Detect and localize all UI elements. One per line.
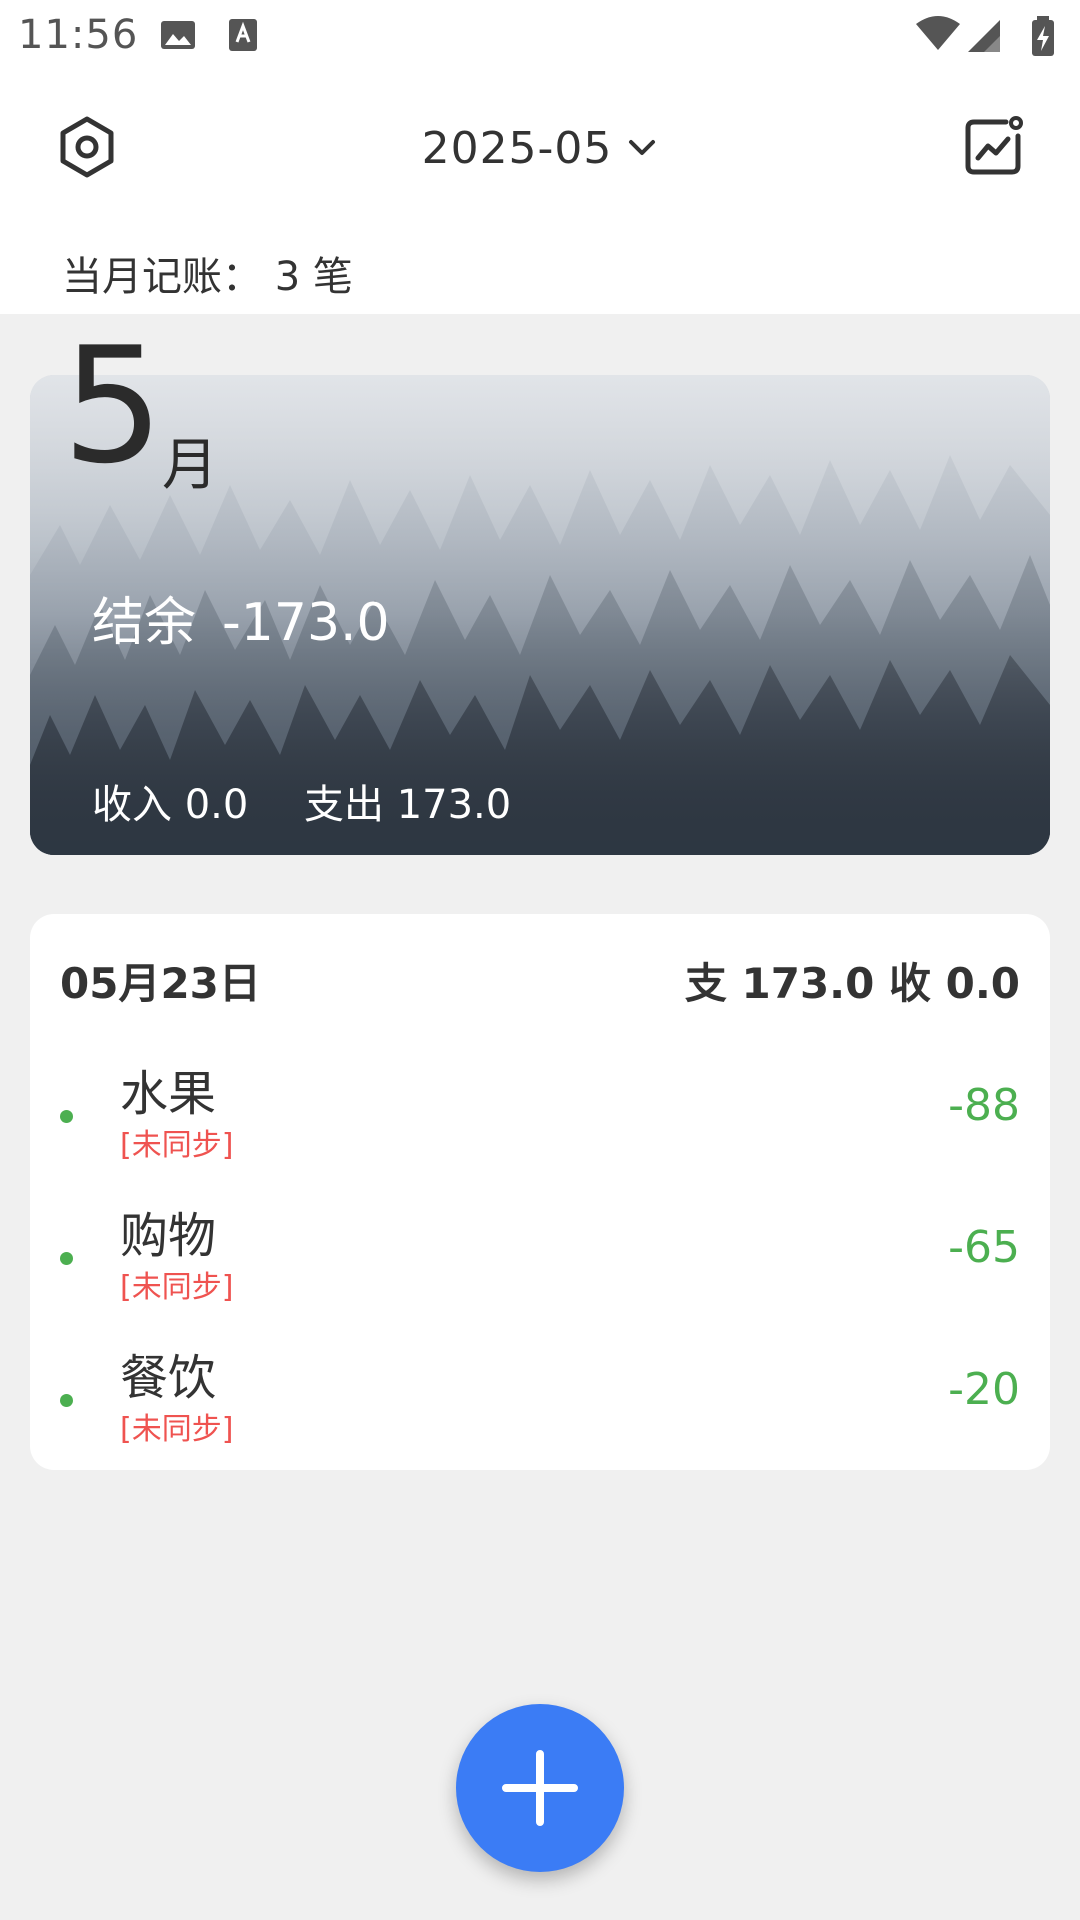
income-total: 收入 0.0 [92,782,249,828]
add-record-button[interactable] [456,1704,624,1872]
chart-trend-icon [965,116,1023,175]
image-icon [161,21,195,49]
balance-value: -173.0 [222,593,390,653]
status-bar: 11:56 [0,0,1080,72]
month-picker: 2025-05 [0,116,1080,180]
category-dot [60,1110,73,1123]
list-item[interactable]: 餐饮 [未同步] -20 [30,1338,1050,1468]
category-dot [60,1394,73,1407]
sync-status: [未同步] [120,1270,234,1305]
day-summary: 支 173.0 收 0.0 [684,959,1020,1008]
status-time: 11:56 [18,12,139,58]
balance: 结余 -173.0 [92,580,390,655]
settings-hexagon-icon [60,116,114,178]
status-right-icons [916,16,1054,56]
month-picker-button[interactable]: 2025-05 [422,123,659,174]
list-item[interactable]: 水果 [未同步] -88 [30,1054,1050,1184]
month-number: 5 [62,312,164,499]
monthly-record-count: 当月记账： 3 笔 [62,254,353,300]
a-keyboard-icon [229,19,257,51]
day-date: 05月23日 [60,959,261,1008]
entry-amount: -65 [948,1222,1020,1273]
entry-category: 购物 [120,1208,217,1264]
current-month: 2025-05 [421,122,613,174]
signal-icon [968,20,1000,52]
entry-amount: -20 [948,1364,1020,1415]
wifi-icon [916,16,960,50]
entry-category: 水果 [120,1066,217,1122]
balance-label: 结余 [92,593,197,653]
month-unit: 月 [162,433,218,498]
plus-icon [502,1750,578,1826]
entry-amount: -88 [948,1080,1020,1131]
expense-total: 支出 173.0 [304,782,512,828]
statistics-button[interactable] [960,114,1026,180]
day-group-card: 05月23日 支 173.0 收 0.0 水果 [未同步] -88 购物 [未同… [30,914,1050,1470]
sync-status: [未同步] [120,1412,234,1447]
list-item[interactable]: 购物 [未同步] -65 [30,1196,1050,1326]
entry-category: 餐饮 [120,1350,217,1406]
battery-charging-icon [1032,16,1054,56]
sync-status: [未同步] [120,1128,234,1163]
app-header: 2025-05 当月记账： 3 笔 [0,72,1080,314]
chevron-down-icon [629,140,656,155]
settings-button[interactable] [54,114,120,180]
category-dot [60,1252,73,1265]
